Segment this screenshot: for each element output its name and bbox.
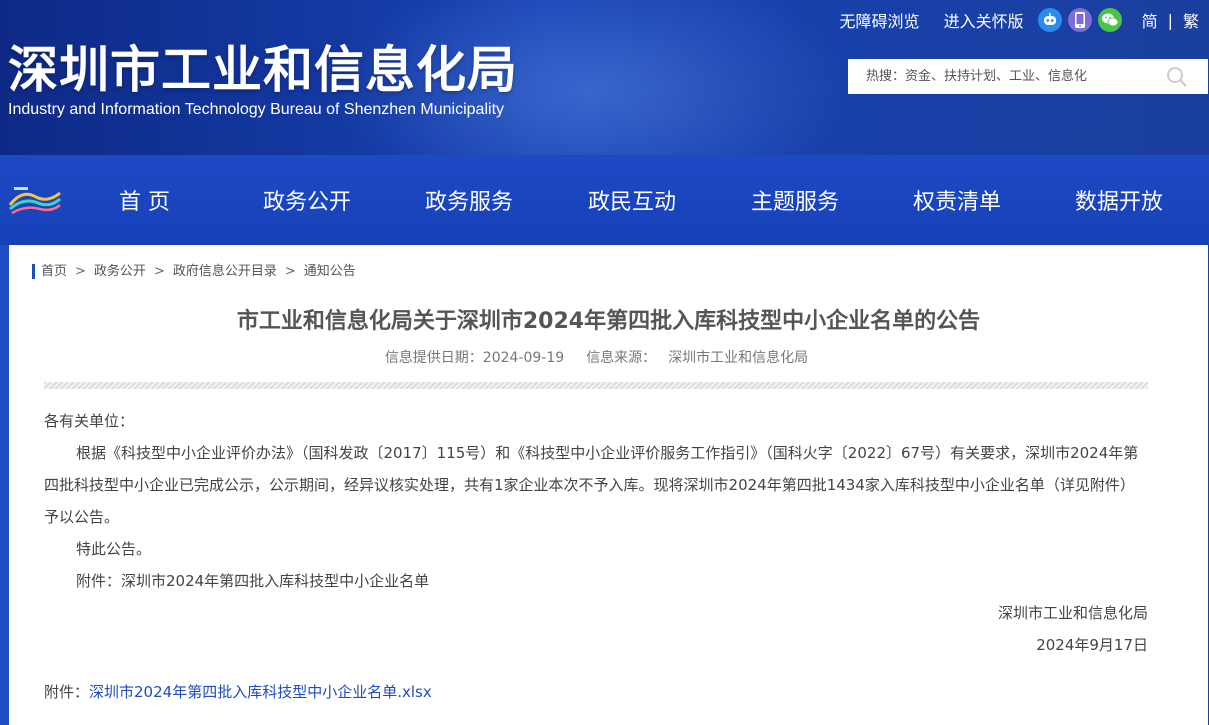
article-body: 各有关单位： 根据《科技型中小企业评价办法》（国科发政〔2017〕115号）和《… [44, 405, 1148, 661]
article-paragraph: 根据《科技型中小企业评价办法》（国科发政〔2017〕115号）和《科技型中小企业… [44, 444, 1139, 526]
nav-item-home[interactable]: 首 页 [119, 184, 170, 216]
article-container: 首页 > 政务公开 > 政府信息公开目录 > 通知公告 市工业和信息化局关于深圳市2024年… [9, 245, 1208, 725]
accessibility-link[interactable]: 无障碍浏览 [840, 8, 920, 32]
site-logo[interactable] [8, 183, 62, 217]
lang-traditional-button[interactable]: 繁 [1183, 8, 1199, 32]
nav-item-gov-services[interactable]: 政务服务 [425, 184, 513, 216]
mobile-icon[interactable] [1067, 8, 1092, 32]
breadcrumb: 首页 > 政务公开 > 政府信息公开目录 > 通知公告 [32, 264, 356, 279]
site-header: 深圳市工业和信息化局 Industry and Information Tech… [0, 0, 1209, 155]
lang-separator: | [1167, 10, 1173, 30]
article-title: 市工业和信息化局关于深圳市2024年第四批入库科技型中小企业名单的公告 [236, 309, 981, 334]
article-source-label: 信息来源： [586, 350, 657, 366]
elder-mode-link[interactable]: 进入关怀版 [944, 8, 1024, 32]
attachment-row: 附件：深圳市2024年第四批入库科技型中小企业名单.xlsx [44, 681, 432, 702]
article-source: 深圳市工业和信息化局 [668, 350, 809, 366]
nav-item-gov-affairs-open[interactable]: 政务公开 [263, 184, 351, 216]
wechat-icon[interactable] [1097, 8, 1122, 32]
main-nav: 首 页 政务公开 政务服务 政民互动 主题服务 权责清单 数据开放 [0, 155, 1209, 245]
nav-item-topic-services[interactable]: 主题服务 [751, 184, 839, 216]
robot-icon[interactable] [1037, 8, 1062, 32]
search-input[interactable] [864, 60, 1168, 93]
breadcrumb-separator: > [284, 264, 296, 279]
search-icon[interactable] [1166, 66, 1188, 88]
article-notice: 特此公告。 [76, 540, 152, 558]
nav-item-power-list[interactable]: 权责清单 [913, 184, 1001, 216]
left-band [0, 245, 9, 725]
breadcrumb-gov-affairs-open[interactable]: 政务公开 [94, 264, 146, 279]
search-box [848, 59, 1208, 94]
signature-date: 2024年9月17日 [1036, 636, 1148, 654]
nav-item-open-data[interactable]: 数据开放 [1075, 184, 1163, 216]
attachment-label: 附件： [44, 683, 90, 701]
breadcrumb-notices[interactable]: 通知公告 [304, 264, 356, 279]
article-attachment-note: 附件：深圳市2024年第四批入库科技型中小企业名单 [76, 572, 430, 590]
title-divider [44, 382, 1148, 389]
nav-item-interaction[interactable]: 政民互动 [588, 184, 676, 216]
article-meta: 信息提供日期：2024-09-19 信息来源： 深圳市工业和信息化局 [9, 347, 1184, 367]
site-title[interactable]: 深圳市工业和信息化局 [8, 30, 518, 102]
attachment-link[interactable]: 深圳市2024年第四批入库科技型中小企业名单.xlsx [89, 683, 432, 701]
article-date: 信息提供日期：2024-09-19 [384, 350, 565, 366]
breadcrumb-home[interactable]: 首页 [41, 264, 67, 279]
breadcrumb-info-catalog[interactable]: 政府信息公开目录 [173, 264, 277, 279]
top-links: 无障碍浏览 进入关怀版 简 | 繁 [816, 8, 1199, 32]
site-subtitle: Industry and Information Technology Bure… [8, 101, 505, 118]
breadcrumb-separator: > [75, 264, 86, 279]
signature-org: 深圳市工业和信息化局 [997, 604, 1148, 622]
lang-simplified-button[interactable]: 简 [1142, 8, 1158, 32]
article-salutation: 各有关单位： [44, 412, 135, 430]
breadcrumb-separator: > [153, 264, 165, 279]
